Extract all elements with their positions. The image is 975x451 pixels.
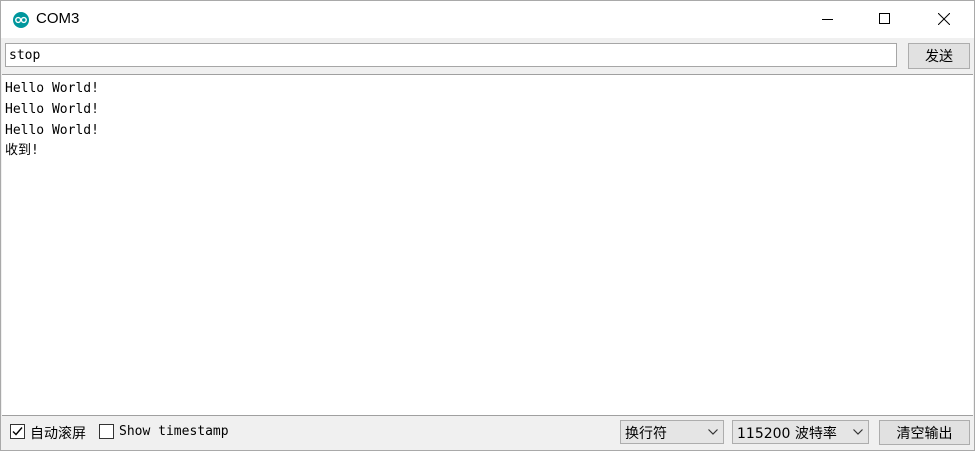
chevron-down-icon bbox=[853, 429, 863, 435]
autoscroll-checkbox[interactable] bbox=[10, 424, 25, 439]
minimize-button[interactable] bbox=[805, 1, 851, 38]
line-ending-value: 换行符 bbox=[625, 426, 667, 442]
chevron-down-icon bbox=[708, 429, 718, 435]
maximize-icon bbox=[879, 13, 890, 24]
maximize-button[interactable] bbox=[862, 1, 908, 38]
output-line: Hello World! bbox=[5, 123, 99, 138]
output-line: Hello World! bbox=[5, 102, 99, 117]
title-bar: COM3 bbox=[1, 1, 974, 38]
output-line: 收到! bbox=[5, 143, 39, 158]
timestamp-label: Show timestamp bbox=[119, 424, 229, 439]
serial-monitor-window: COM3 发送 Hello World! Hello World! Hello … bbox=[0, 0, 975, 451]
send-button[interactable]: 发送 bbox=[908, 43, 970, 69]
output-line: Hello World! bbox=[5, 81, 99, 96]
baud-rate-select[interactable]: 115200 波特率 bbox=[732, 420, 869, 444]
line-ending-select[interactable]: 换行符 bbox=[620, 420, 724, 444]
arduino-icon bbox=[13, 12, 29, 28]
status-bar: 自动滚屏 Show timestamp 换行符 115200 波特率 清空输出 bbox=[1, 417, 974, 450]
checkmark-icon bbox=[12, 427, 23, 436]
baud-rate-value: 115200 波特率 bbox=[737, 426, 837, 442]
minimize-icon bbox=[822, 19, 833, 20]
send-input[interactable] bbox=[5, 43, 897, 67]
close-button[interactable] bbox=[921, 1, 967, 38]
window-title: COM3 bbox=[36, 10, 80, 27]
clear-output-button[interactable]: 清空输出 bbox=[879, 420, 970, 445]
timestamp-checkbox[interactable] bbox=[99, 424, 114, 439]
serial-output[interactable]: Hello World! Hello World! Hello World! 收… bbox=[2, 74, 973, 416]
autoscroll-label: 自动滚屏 bbox=[30, 426, 86, 442]
close-icon bbox=[938, 13, 950, 25]
